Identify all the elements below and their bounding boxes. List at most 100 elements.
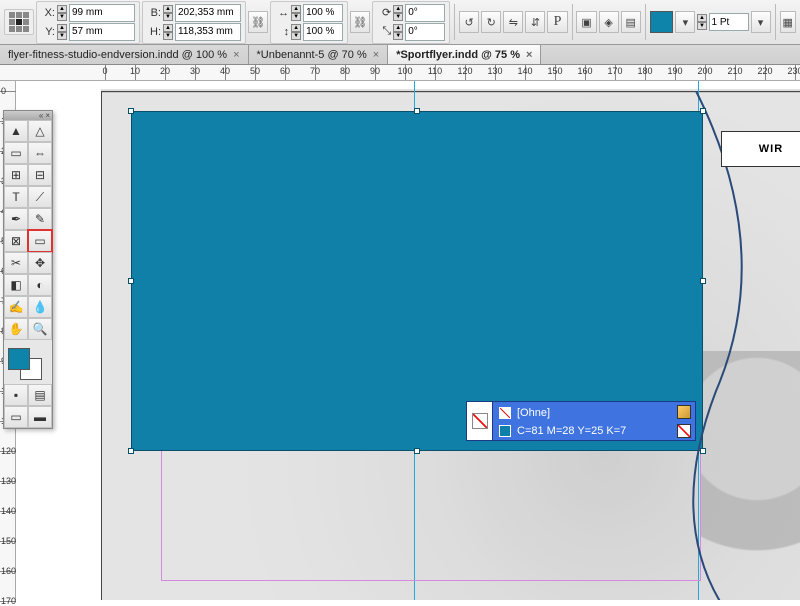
note-tool[interactable]: ✍ xyxy=(4,296,28,318)
flip-h-icon[interactable]: ⇋ xyxy=(503,11,523,33)
hand-tool[interactable]: ✋ xyxy=(4,318,28,340)
fill-swatch[interactable] xyxy=(650,11,674,33)
curve-path xyxy=(656,91,776,600)
zoom-tool[interactable]: 🔍 xyxy=(28,318,52,340)
stroke-weight-field[interactable] xyxy=(709,13,749,31)
selection-handle[interactable] xyxy=(414,108,420,114)
fill-stroke-proxy[interactable] xyxy=(4,346,52,384)
eyedropper-tool[interactable]: 💧 xyxy=(28,296,52,318)
tools-panel[interactable]: « × ▲△▭⇔⊞⊟T⟋✒✎⊠▭✂✥◧◐✍💧✋🔍 ▪ ▤ ▭ ▬ xyxy=(3,110,53,429)
normal-view-icon[interactable]: ▭ xyxy=(4,406,28,428)
shear-icon: ⤡ xyxy=(377,25,391,38)
swatch-none-label: [Ohne] xyxy=(517,407,550,419)
gap-tool[interactable]: ⇔ xyxy=(28,142,52,164)
w-field[interactable] xyxy=(175,4,241,22)
reference-point-group[interactable] xyxy=(4,9,34,35)
rotate-field[interactable] xyxy=(405,4,445,22)
page-tool[interactable]: ▭ xyxy=(4,142,28,164)
line-tool[interactable]: ⟋ xyxy=(28,186,52,208)
type-tool[interactable]: T xyxy=(4,186,28,208)
free-transform-tool[interactable]: ✥ xyxy=(28,252,52,274)
fill-proxy[interactable] xyxy=(8,348,30,370)
tab-flyer-fitness[interactable]: flyer-fitness-studio-endversion.indd @ 1… xyxy=(0,45,249,64)
scale-group: ↔ ▲▼ ↕ ▲▼ xyxy=(270,1,348,44)
y-label: Y: xyxy=(41,26,55,38)
selected-rectangle[interactable] xyxy=(131,111,703,451)
tab-sportflyer[interactable]: *Sportflyer.indd @ 75 % × xyxy=(388,45,541,64)
close-icon[interactable]: × xyxy=(45,111,52,120)
wir-text: WIR xyxy=(759,143,783,155)
shear-spinner[interactable]: ▲▼ xyxy=(393,24,403,40)
h-spinner[interactable]: ▲▼ xyxy=(163,24,173,40)
selection-tool[interactable]: ▲ xyxy=(4,120,28,142)
selection-handle[interactable] xyxy=(128,448,134,454)
x-field[interactable] xyxy=(69,4,135,22)
selection-handle[interactable] xyxy=(700,448,706,454)
y-field[interactable] xyxy=(69,23,135,41)
direct-select-tool[interactable]: △ xyxy=(28,120,52,142)
selection-handle[interactable] xyxy=(128,278,134,284)
rectangle-tool[interactable]: ▭ xyxy=(28,230,52,252)
select-content-icon[interactable]: ◈ xyxy=(599,11,619,33)
h-field[interactable] xyxy=(175,23,241,41)
constrain-scale-icon[interactable]: ⛓ xyxy=(350,11,370,33)
selection-handle[interactable] xyxy=(700,108,706,114)
select-container-icon[interactable]: ▣ xyxy=(576,11,596,33)
selection-handle[interactable] xyxy=(128,108,134,114)
gradient-feather-tool[interactable]: ◐ xyxy=(28,274,52,296)
object-styles-icon[interactable]: ▤ xyxy=(621,11,641,33)
flip-v-icon[interactable]: ⇵ xyxy=(525,11,545,33)
swatch-proxy-icon[interactable] xyxy=(467,402,493,440)
pen-tool[interactable]: ✒ xyxy=(4,208,28,230)
text-frame-wir[interactable]: WIR xyxy=(721,131,800,167)
apply-gradient-icon[interactable]: ▤ xyxy=(28,384,52,406)
close-icon[interactable]: × xyxy=(526,49,532,61)
x-spinner[interactable]: ▲▼ xyxy=(57,5,67,21)
scissors-tool[interactable]: ✂ xyxy=(4,252,28,274)
swatch-flyout[interactable]: [Ohne] C=81 M=28 Y=25 K=7 xyxy=(466,401,696,441)
rotate-group: ⟳ ▲▼ ⤡ ▲▼ xyxy=(372,1,450,44)
constrain-wh-icon[interactable]: ⛓ xyxy=(248,11,268,33)
shear-field[interactable] xyxy=(405,23,445,41)
gradient-swatch-tool[interactable]: ◧ xyxy=(4,274,28,296)
paragraph-icon[interactable]: P xyxy=(547,11,567,33)
close-icon[interactable]: × xyxy=(373,49,379,61)
close-icon[interactable]: × xyxy=(233,49,239,61)
rotate-icon: ⟳ xyxy=(377,6,391,19)
separator xyxy=(645,4,646,40)
scale-y-spinner[interactable]: ▲▼ xyxy=(291,24,301,40)
effects-icon[interactable]: ▦ xyxy=(780,11,796,33)
cmyk-swatch-icon[interactable] xyxy=(499,425,511,437)
separator xyxy=(572,4,573,40)
x-label: X: xyxy=(41,7,55,19)
pencil-tool[interactable]: ✎ xyxy=(28,208,52,230)
horizontal-ruler[interactable]: 0102030405060708090100110120130140150160… xyxy=(0,65,800,81)
selection-handle[interactable] xyxy=(414,448,420,454)
scale-y-field[interactable] xyxy=(303,23,343,41)
stroke-spinner[interactable]: ▲▼ xyxy=(697,14,706,30)
apply-color-icon[interactable]: ▪ xyxy=(4,384,28,406)
document-tabs: flyer-fitness-studio-endversion.indd @ 1… xyxy=(0,45,800,65)
selection-handle[interactable] xyxy=(700,278,706,284)
content-place-tool[interactable]: ⊟ xyxy=(28,164,52,186)
scale-x-field[interactable] xyxy=(303,4,343,22)
document-canvas[interactable]: WIR [Ohne] C=81 M=28 Y=25 K=7 xyxy=(16,81,800,600)
rotate-spinner[interactable]: ▲▼ xyxy=(393,5,403,21)
fill-dropdown-icon[interactable]: ▾ xyxy=(675,11,695,33)
tab-unbenannt-5[interactable]: *Unbenannt-5 @ 70 % × xyxy=(249,45,389,64)
rotate-ccw-icon[interactable]: ↺ xyxy=(459,11,479,33)
none-swatch-icon[interactable] xyxy=(499,407,511,419)
rotate-cw-icon[interactable]: ↻ xyxy=(481,11,501,33)
content-grab-tool[interactable]: ⊞ xyxy=(4,164,28,186)
y-spinner[interactable]: ▲▼ xyxy=(57,24,67,40)
panel-titlebar[interactable]: « × xyxy=(4,111,52,120)
rectangle-frame-tool[interactable]: ⊠ xyxy=(4,230,28,252)
stroke-dropdown-icon[interactable]: ▾ xyxy=(751,11,771,33)
registration-icon[interactable] xyxy=(677,424,691,438)
scale-x-spinner[interactable]: ▲▼ xyxy=(291,5,301,21)
preview-view-icon[interactable]: ▬ xyxy=(28,406,52,428)
swatch-cmyk-label: C=81 M=28 Y=25 K=7 xyxy=(517,425,626,437)
pencil-icon[interactable] xyxy=(677,405,691,419)
w-spinner[interactable]: ▲▼ xyxy=(163,5,173,21)
tab-label: flyer-fitness-studio-endversion.indd @ 1… xyxy=(8,49,227,61)
